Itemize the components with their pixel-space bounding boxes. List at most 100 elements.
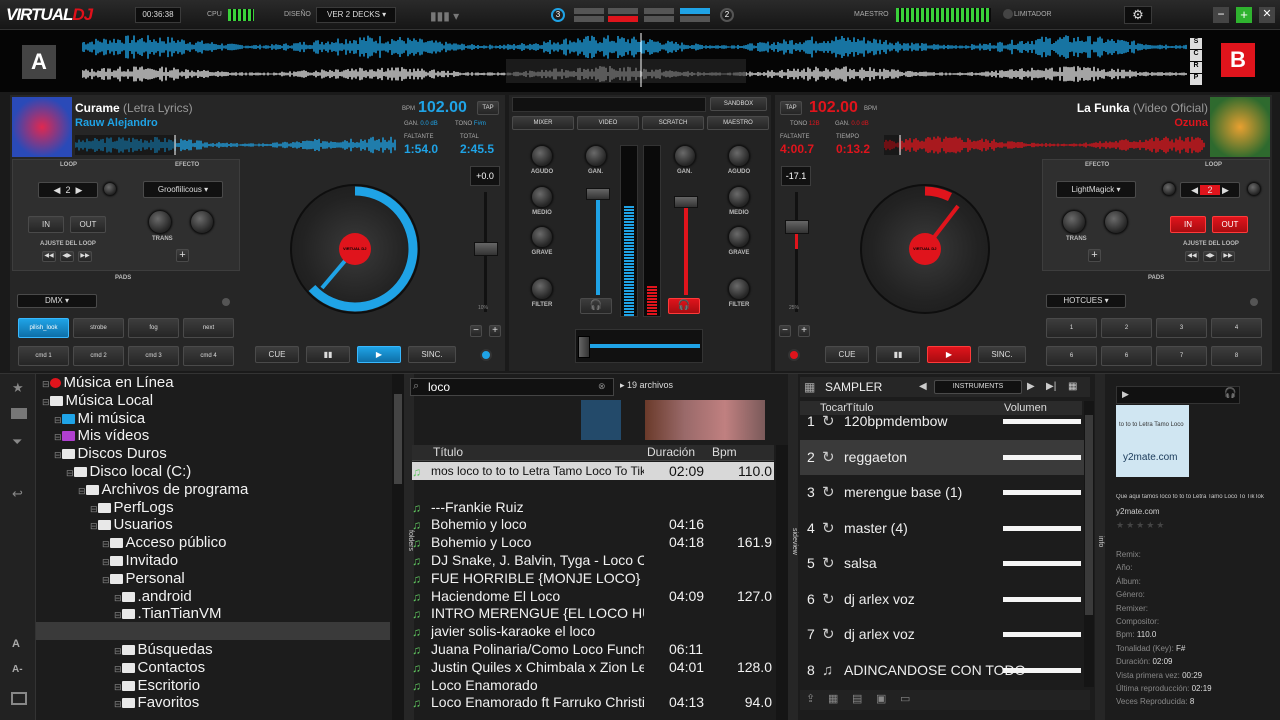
- layout-icon[interactable]: [11, 692, 27, 705]
- sampler-next-button[interactable]: ▶: [1027, 381, 1035, 392]
- loop-play-icon[interactable]: ↻: [822, 617, 835, 652]
- tree-item[interactable]: ⊟ .android: [114, 588, 192, 606]
- tab-scratch[interactable]: SCRATCH: [642, 116, 704, 130]
- deck-b-loop-shift-button[interactable]: ◀▶: [1203, 251, 1217, 262]
- deck-b-loop-size[interactable]: ◀ 2 ▶: [1180, 182, 1240, 198]
- list-item[interactable]: ♫ Loco Enamorado: [412, 676, 774, 694]
- favorites-star-icon[interactable]: ★: [12, 380, 24, 396]
- deck-b-loop-knob-2[interactable]: [1247, 182, 1261, 196]
- list-item[interactable]: ♫ javier solis-karaoke el loco: [412, 622, 774, 640]
- deck-b-loop-out-button[interactable]: OUT: [1212, 216, 1248, 233]
- playlist-icon[interactable]: [11, 408, 27, 419]
- deck-slot-4[interactable]: [680, 8, 710, 14]
- sampler-volume-bar[interactable]: [1003, 667, 1081, 673]
- sampler-row[interactable]: 2 ↻ reggaeton: [800, 439, 1085, 475]
- deck-a-loop-double-button[interactable]: ▶▶: [78, 251, 92, 262]
- deck-b-pad-7[interactable]: 7: [1156, 346, 1207, 366]
- maximize-button[interactable]: +: [1236, 7, 1252, 23]
- list-item[interactable]: ♫ mos loco to to to Letra Tamo Loco To Ti…: [412, 462, 774, 480]
- sampler-volume-bar[interactable]: [1003, 490, 1081, 495]
- list-item[interactable]: ♫ Haciendome El Loco 04:09 127.0: [412, 587, 774, 605]
- deck-b-pad-mode-select[interactable]: HOTCUES ▾: [1046, 294, 1126, 308]
- deck-b-pad-6[interactable]: 6: [1101, 346, 1152, 366]
- deck-b-pitch-minus[interactable]: −: [779, 325, 791, 337]
- tree-item[interactable]: ⊟ .TianTianVM: [114, 605, 221, 623]
- deck-right-indicator[interactable]: 2: [720, 8, 734, 22]
- minimize-button[interactable]: −: [1213, 7, 1229, 23]
- wave-button-r[interactable]: R: [1190, 62, 1202, 73]
- sampler-record-icon[interactable]: ⇪: [806, 692, 815, 705]
- sampler-volume-bar[interactable]: [1003, 561, 1081, 566]
- list-item[interactable]: ♫ INTRO MERENGUE {EL LOCO HUGO}: [412, 604, 774, 622]
- sampler-options-icon[interactable]: ▭: [900, 692, 910, 705]
- tree-item[interactable]: ⊟ Personal: [102, 570, 185, 588]
- deck-b-pad-8[interactable]: 8: [1211, 346, 1262, 366]
- headphone-left-button[interactable]: 🎧: [580, 298, 612, 314]
- loop-play-icon[interactable]: ↻: [822, 475, 835, 510]
- deck-b-loop-double-button[interactable]: ▶▶: [1221, 251, 1235, 262]
- sampler-volume-bar[interactable]: [1003, 596, 1081, 602]
- loop-play-icon[interactable]: ↻: [822, 511, 835, 546]
- deck-b-trans-knob[interactable]: [1062, 210, 1086, 234]
- deck-a-cue-button[interactable]: CUE: [255, 346, 299, 363]
- deck-a-pitch-minus[interactable]: −: [470, 325, 482, 337]
- deck-b-mini-waveform[interactable]: [884, 135, 1206, 155]
- deck-b-pad-3[interactable]: 3: [1156, 318, 1207, 338]
- sampler-row[interactable]: 7 ↻ dj arlex voz: [800, 617, 1085, 652]
- wave-button-c[interactable]: C: [1190, 50, 1202, 61]
- info-rating-stars[interactable]: ★★★★★: [1116, 520, 1166, 531]
- sampler-view-button[interactable]: ▦: [1068, 381, 1077, 392]
- list-item[interactable]: ♫ Bohemio y loco 04:16: [412, 515, 774, 533]
- deck-a-loop-out-button[interactable]: OUT: [70, 216, 106, 233]
- tree-item[interactable]: ⊟ Invitado: [102, 552, 178, 570]
- volume-fader-left[interactable]: [586, 188, 610, 200]
- deck-slot-7[interactable]: [644, 16, 674, 22]
- deck-slot-5[interactable]: [574, 16, 604, 22]
- sampler-end-button[interactable]: ▶|: [1046, 381, 1056, 392]
- mixer-left-agudo-knob[interactable]: [531, 145, 553, 167]
- tab-maestro[interactable]: MAESTRO: [707, 116, 769, 130]
- mixer-right-grave-knob[interactable]: [728, 226, 750, 248]
- filter-icon[interactable]: ⏷: [12, 434, 22, 450]
- sampler-list-view-icon[interactable]: ▤: [852, 692, 862, 705]
- font-size-up-icon[interactable]: A: [12, 638, 20, 650]
- crossfader-handle[interactable]: [578, 336, 590, 358]
- limiter-toggle[interactable]: [1003, 9, 1013, 19]
- sampler-bank-select[interactable]: INSTRUMENTS: [934, 380, 1022, 394]
- list-item[interactable]: ♫ Juana Polinaria/Como Loco Funche 06:11: [412, 640, 774, 658]
- deck-left-indicator[interactable]: 3: [551, 8, 565, 22]
- list-item[interactable]: ♫ FUE HORRIBLE {MONJE LOCO}: [412, 569, 774, 587]
- tree-scrollbar[interactable]: [392, 374, 404, 720]
- back-icon[interactable]: ↩: [12, 486, 23, 502]
- deck-b-pad-1[interactable]: 1: [1046, 318, 1097, 338]
- deck-b-sync-button[interactable]: SINC.: [978, 346, 1026, 363]
- deck-b-pad-5[interactable]: 6: [1046, 346, 1097, 366]
- design-select[interactable]: VER 2 DECKS ▾: [316, 7, 396, 23]
- list-item[interactable]: ♫ DJ Snake, J. Balvin, Tyga - Loco Contig…: [412, 551, 774, 569]
- deck-slot-3[interactable]: [644, 8, 674, 14]
- mixer-right-agudo-knob[interactable]: [728, 145, 750, 167]
- tree-item[interactable]: ⊟ Discos Duros: [54, 445, 167, 463]
- loop-play-icon[interactable]: ↻: [822, 582, 835, 617]
- deck-b-loop-knob[interactable]: [1162, 182, 1176, 196]
- deck-a-pad-5[interactable]: cmd 1: [18, 346, 69, 366]
- deck-a-pad-1[interactable]: pilish_look: [18, 318, 69, 338]
- deck-a-loop-size[interactable]: ◀ 2 ▶: [38, 182, 98, 198]
- sampler-prev-button[interactable]: ◀: [919, 381, 927, 392]
- deck-a-pause-button[interactable]: ▮▮: [306, 346, 350, 363]
- deck-slot-8[interactable]: [680, 16, 710, 22]
- deck-b-pad-options[interactable]: [1250, 298, 1258, 306]
- deck-a-pad-mode-select[interactable]: DMX ▾: [17, 294, 97, 308]
- col-bpm[interactable]: Bpm: [712, 445, 737, 459]
- deck-a-sync-button[interactable]: SINC.: [408, 346, 456, 363]
- sampler-grid-icon[interactable]: ▦: [804, 380, 815, 394]
- wave-button-p[interactable]: P: [1190, 74, 1202, 85]
- mixer-left-filter-knob[interactable]: [531, 278, 553, 300]
- tree-item[interactable]: ⊟ Disco local (C:): [66, 463, 191, 481]
- deck-a-pitch-slider[interactable]: [474, 242, 498, 256]
- mixer-gain-right-knob[interactable]: [674, 145, 696, 167]
- deck-a-pad-7[interactable]: cmd 3: [128, 346, 179, 366]
- deck-b-pause-button[interactable]: ▮▮: [876, 346, 920, 363]
- list-item[interactable]: ♫ Loco Enamorado ft Farruko Christian Dan…: [412, 693, 774, 711]
- sampler-grid-view-icon[interactable]: ▦: [828, 692, 838, 705]
